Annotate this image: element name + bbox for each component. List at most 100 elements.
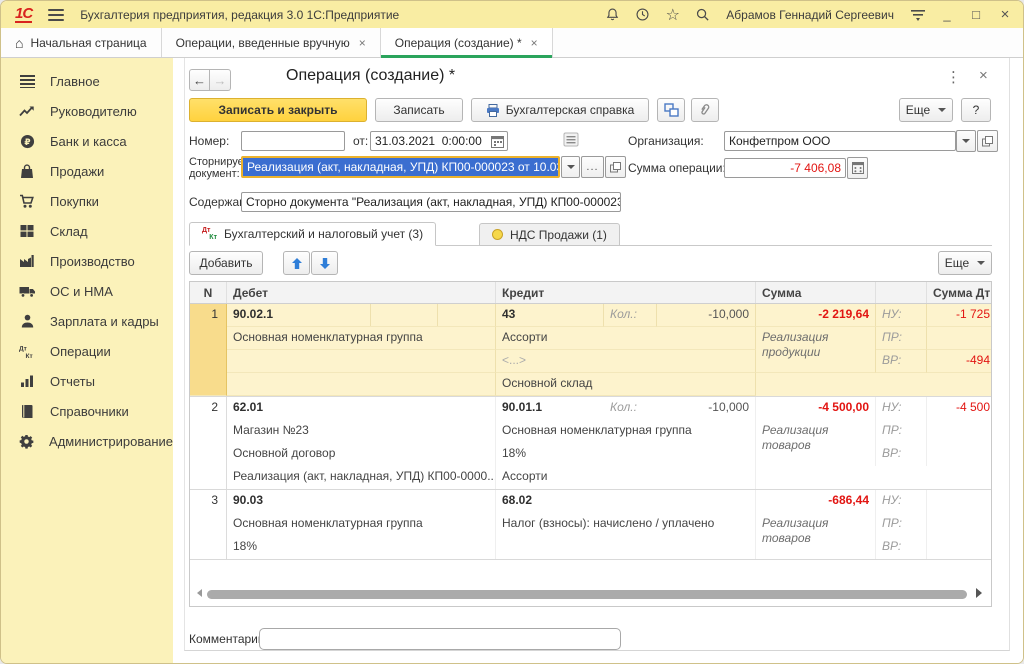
cell-tax-label[interactable]: ПР: <box>876 327 927 350</box>
main-menu-icon[interactable] <box>48 6 64 24</box>
cell-debit-detail[interactable]: Магазин №23 <box>227 420 496 443</box>
cell-credit-account[interactable]: 68.02 <box>496 490 604 513</box>
cell-tax-label[interactable]: ПР: <box>876 420 927 443</box>
add-row-button[interactable]: Добавить <box>189 251 263 275</box>
storno-open-button[interactable] <box>605 156 626 178</box>
grid-more-button[interactable]: Еще <box>938 251 992 275</box>
journal-list-icon[interactable] <box>563 132 579 147</box>
search-icon[interactable] <box>694 6 711 23</box>
window-tab-operation-create[interactable]: Операция (создание) *× <box>381 28 553 57</box>
cell-debit-account[interactable]: 62.01 <box>227 397 496 420</box>
content-field[interactable]: Сторно документа "Реализация (акт, накла… <box>241 192 621 212</box>
cell-tax-label[interactable]: ВР: <box>876 536 927 559</box>
cell-qty-value[interactable]: -10,000 <box>657 304 756 327</box>
col-header-credit[interactable]: Кредит <box>496 282 756 303</box>
form-menu-dots-icon[interactable]: ⋮ <box>946 68 961 86</box>
table-row[interactable]: 190.02.1Основная номенклатурная группа43… <box>190 304 991 397</box>
col-header-tax[interactable] <box>876 282 927 303</box>
sidebar-item-bank-cash[interactable]: ₽Банк и касса <box>1 126 173 156</box>
cell-credit-detail[interactable]: 18% <box>496 443 756 466</box>
calendar-icon[interactable] <box>491 135 504 148</box>
window-tab-home[interactable]: ⌂Начальная страница <box>1 28 162 57</box>
form-more-button[interactable]: Еще <box>899 98 953 122</box>
cell-debit-detail[interactable] <box>227 350 496 373</box>
close-icon[interactable]: × <box>997 6 1013 23</box>
cell-tax-value[interactable] <box>927 443 991 466</box>
cell-sum-value[interactable]: -686,44 <box>756 490 876 513</box>
cell-credit-detail[interactable]: Налог (взносы): начислено / уплачено <box>496 513 756 536</box>
cell-sum-note[interactable]: Реализация товаров <box>756 420 876 466</box>
cell-qty-value[interactable] <box>657 490 756 513</box>
col-header-n[interactable]: N <box>190 282 227 303</box>
storno-dropdown-button[interactable] <box>561 156 580 178</box>
cell-credit-detail[interactable]: Основная номенклатурная группа <box>496 420 756 443</box>
notifications-bell-icon[interactable] <box>604 6 621 23</box>
cell-credit-detail[interactable]: Ассорти <box>496 327 756 350</box>
cell-qty-label[interactable]: Кол.: <box>604 397 657 420</box>
tab-vat-sales[interactable]: НДС Продажи (1) <box>479 223 620 246</box>
storno-document-field[interactable]: Реализация (акт, накладная, УПД) КП00-00… <box>241 156 560 178</box>
move-up-button[interactable] <box>283 251 310 275</box>
document-structure-button[interactable] <box>657 98 685 122</box>
window-tab-manual-operations[interactable]: Операции, введенные вручную× <box>162 28 381 57</box>
favorites-star-icon[interactable]: ☆ <box>664 6 681 23</box>
col-header-debit[interactable]: Дебет <box>227 282 496 303</box>
calculator-button[interactable] <box>847 157 868 179</box>
cell-credit-account[interactable]: 43 <box>496 304 604 327</box>
cell-tax-label[interactable]: ВР: <box>876 443 927 466</box>
cell-debit-detail[interactable]: Основной договор <box>227 443 496 466</box>
cell-credit-detail[interactable]: <...> <box>496 350 756 373</box>
operation-amount-field[interactable]: -7 406,08 <box>724 158 846 178</box>
sidebar-item-administration[interactable]: Администрирование <box>1 426 173 456</box>
sidebar-item-purchases[interactable]: Покупки <box>1 186 173 216</box>
table-row[interactable]: 390.03Основная номенклатурная группа18%6… <box>190 490 991 560</box>
forward-button[interactable]: → <box>210 69 231 91</box>
storno-choose-button[interactable]: ... <box>581 156 604 178</box>
hscroll-right-arrow-icon[interactable] <box>976 588 982 598</box>
cell-sum-note[interactable]: Реализация продукции <box>756 327 876 373</box>
help-button[interactable]: ? <box>961 98 991 122</box>
service-menu-icon[interactable] <box>909 6 926 23</box>
attachments-button[interactable] <box>691 98 719 122</box>
cell-tax-label[interactable]: ПР: <box>876 513 927 536</box>
hscroll-left-arrow-icon[interactable] <box>197 589 202 597</box>
cell-debit-detail[interactable] <box>227 373 496 396</box>
cell-qty-label[interactable]: Кол.: <box>604 304 657 327</box>
organization-field[interactable]: Конфетпром ООО <box>724 131 956 151</box>
cell-tax-value[interactable] <box>927 420 991 443</box>
save-button[interactable]: Записать <box>375 98 463 122</box>
minimize-icon[interactable]: _ <box>939 7 955 22</box>
col-header-sum-dt[interactable]: Сумма Дт <box>927 282 991 303</box>
cell-tax-label[interactable]: НУ: <box>876 304 927 327</box>
save-close-button[interactable]: Записать и закрыть <box>189 98 367 122</box>
col-header-sum[interactable]: Сумма <box>756 282 876 303</box>
cell-debit-detail[interactable]: 18% <box>227 536 496 559</box>
organization-dropdown-button[interactable] <box>956 130 976 152</box>
cell-row-number[interactable]: 1 <box>190 304 227 396</box>
cell-tax-value[interactable] <box>927 327 991 350</box>
cell-tax-label[interactable]: НУ: <box>876 490 927 513</box>
cell-row-number[interactable]: 2 <box>190 397 227 489</box>
cell-sum-value[interactable]: -4 500,00 <box>756 397 876 420</box>
cell-row-number[interactable]: 3 <box>190 490 227 559</box>
back-button[interactable]: ← <box>189 69 210 91</box>
cell-qty-label[interactable] <box>604 490 657 513</box>
tab-accounting-tax[interactable]: ДтКт Бухгалтерский и налоговый учет (3) <box>189 222 436 246</box>
cell-credit-detail[interactable]: Основной склад <box>496 373 756 396</box>
cell-qty-value[interactable]: -10,000 <box>657 397 756 420</box>
cell-debit-account[interactable]: 90.03 <box>227 490 496 513</box>
sidebar-item-sales[interactable]: Продажи <box>1 156 173 186</box>
cell-tax-label[interactable]: ВР: <box>876 350 927 373</box>
cell-tax-value[interactable]: -4 500 <box>927 397 991 420</box>
cell-credit-detail[interactable] <box>496 536 756 559</box>
cell-debit-detail[interactable]: Основная номенклатурная группа <box>227 327 496 350</box>
sidebar-item-production[interactable]: Производство <box>1 246 173 276</box>
move-down-button[interactable] <box>311 251 338 275</box>
table-row[interactable]: 262.01Магазин №23Основной договор Реализа… <box>190 397 991 490</box>
sidebar-item-os-nma[interactable]: ОС и НМА <box>1 276 173 306</box>
cell-debit-detail[interactable]: Основная номенклатурная группа <box>227 513 496 536</box>
horizontal-scrollbar[interactable] <box>207 590 967 599</box>
sidebar-item-manager[interactable]: Руководителю <box>1 96 173 126</box>
sidebar-item-main[interactable]: Главное <box>1 66 173 96</box>
cell-sum-note[interactable]: Реализация товаров <box>756 513 876 559</box>
